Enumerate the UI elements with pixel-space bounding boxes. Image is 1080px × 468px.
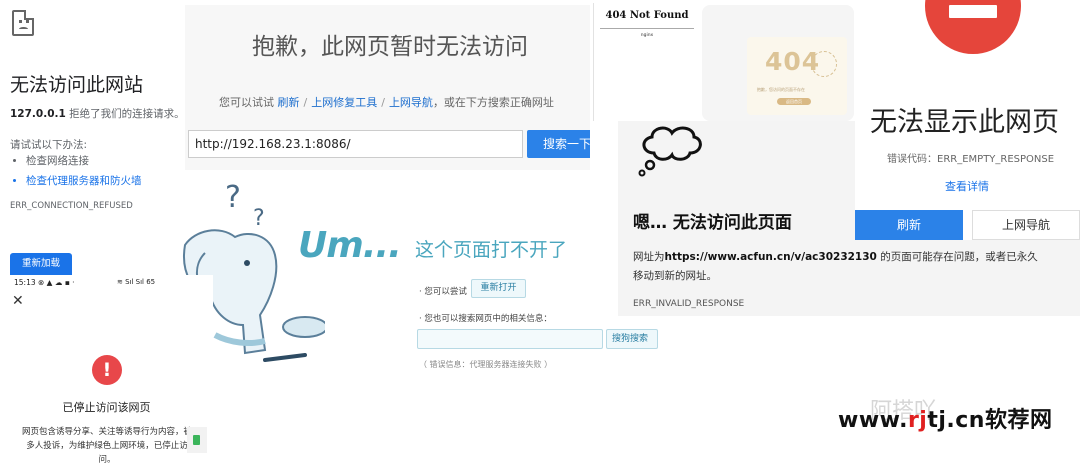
sogou-search-button[interactable]: 搜狗搜索 [606,329,658,349]
alert-icon: ! [92,355,122,385]
sad-page-icon [12,10,34,36]
search-label: · 您也可以搜索网页中的相关信息： [419,314,552,324]
um-error-panel: ? ? Um... 这个页面打不开了 · 您可以尝试 重新打开 · 您也可以搜索… [175,175,618,375]
svg-text:?: ? [225,180,241,215]
refresh-link[interactable]: 刷新 [278,96,300,109]
web-nav-link[interactable]: 上网导航 [389,96,433,109]
not-found-art-panel: 404 抱歉，您访问的页面不存在 返回首页 [702,5,854,121]
refused-message: 127.0.0.1 拒绝了我们的连接请求。 [10,108,185,120]
empty-response-panel: 无法显示此网页 错误代码：ERR_EMPTY_RESPONSE 查看详情 刷新 … [855,0,1080,240]
illustration-card: 404 抱歉，您访问的页面不存在 返回首页 [747,37,847,115]
not-found-plain-panel: 404 Not Found nginx [593,3,700,121]
error-code: 错误代码：ERR_EMPTY_RESPONSE [887,154,1055,165]
suggestion-check-network: 检查网络连接 [26,153,142,168]
clock: 15:13 [14,278,36,287]
hint-text: 您可以试试 刷新 / 上网修复工具 / 上网导航，或在下方搜索正确网址 [219,96,554,109]
error-info: （ 错误信息：代理服务器连接失败 ） [419,360,553,369]
url-input[interactable]: http://192.168.23.1:8086/ [188,130,523,158]
signal-indicators: ≋ Sıl Sıl 65 [117,278,156,286]
page-url: https://www.acfun.cn/v/ac30232130 [664,251,877,263]
status-icons: ⊗ ▲ ☁ ▪ · [38,278,75,287]
cannot-open-heading: 这个页面打不开了 [415,239,568,261]
repair-tool-link[interactable]: 上网修复工具 [311,96,377,109]
green-badge-icon [187,427,207,453]
page-title: 无法显示此网页 [870,107,1059,138]
web-nav-button[interactable]: 上网导航 [972,210,1080,240]
reload-button[interactable]: 重新加载 [10,253,72,275]
svg-text:?: ? [253,206,265,231]
server-name: nginx [640,33,654,38]
error-text: 抱歉，您访问的页面不存在 [757,87,805,92]
chrome-error-panel: 无法访问此网站 127.0.0.1 拒绝了我们的连接请求。 请试试以下办法: 检… [0,0,185,275]
error-number: 404 [765,47,821,76]
block-reason: 网页包含诱导分享、关注等诱导行为内容，被多人投诉，为维护绿色上网环境，已停止访问… [22,427,193,465]
reopen-button[interactable]: 重新打开 [471,279,526,298]
suggestion-list: 检查网络连接 检查代理服务器和防火墙 [26,153,142,193]
page-title: 嗯… 无法访问此页面 [633,213,792,233]
host-address: 127.0.0.1 [10,108,66,120]
divider [600,28,694,29]
search-input[interactable] [417,329,603,349]
site-watermark: www.rjtj.cn软荐网 [838,408,1053,433]
thought-bubble-icon [638,126,702,177]
page-title: 无法访问此网站 [10,74,144,96]
search-button[interactable]: 搜索一下 [527,130,590,158]
stop-sign-icon [925,0,1021,54]
error-code: ERR_INVALID_RESPONSE [633,299,745,309]
try-label: 请试试以下办法: [10,139,88,151]
status-bar: 15:13 ⊗ ▲ ☁ ▪ · [14,278,75,287]
um-heading: Um... [298,225,402,266]
page-title: 已停止访问该网页 [62,401,151,414]
error-code: ERR_CONNECTION_REFUSED [10,201,133,211]
try-label: · 您可以尝试 [419,287,467,297]
refresh-button[interactable]: 刷新 [855,210,963,240]
details-link[interactable]: 查看详情 [945,178,989,194]
close-icon[interactable]: ✕ [12,293,24,309]
page-title: 404 Not Found [605,10,689,21]
sorry-page-panel: 抱歉，此网页暂时无法访问 您可以试试 刷新 / 上网修复工具 / 上网导航，或在下方搜索… [185,5,590,170]
page-title: 抱歉，此网页暂时无法访问 [252,34,528,60]
suggestion-check-proxy-link[interactable]: 检查代理服务器和防火墙 [26,173,142,188]
error-description: 网址为https://www.acfun.cn/v/ac30232130 的页面… [633,251,1038,282]
phone-blocked-panel: 15:13 ⊗ ▲ ☁ ▪ · ≋ Sıl Sıl 65 ✕ ! 已停止访问该网… [0,275,213,468]
home-button[interactable]: 返回首页 [777,98,811,105]
